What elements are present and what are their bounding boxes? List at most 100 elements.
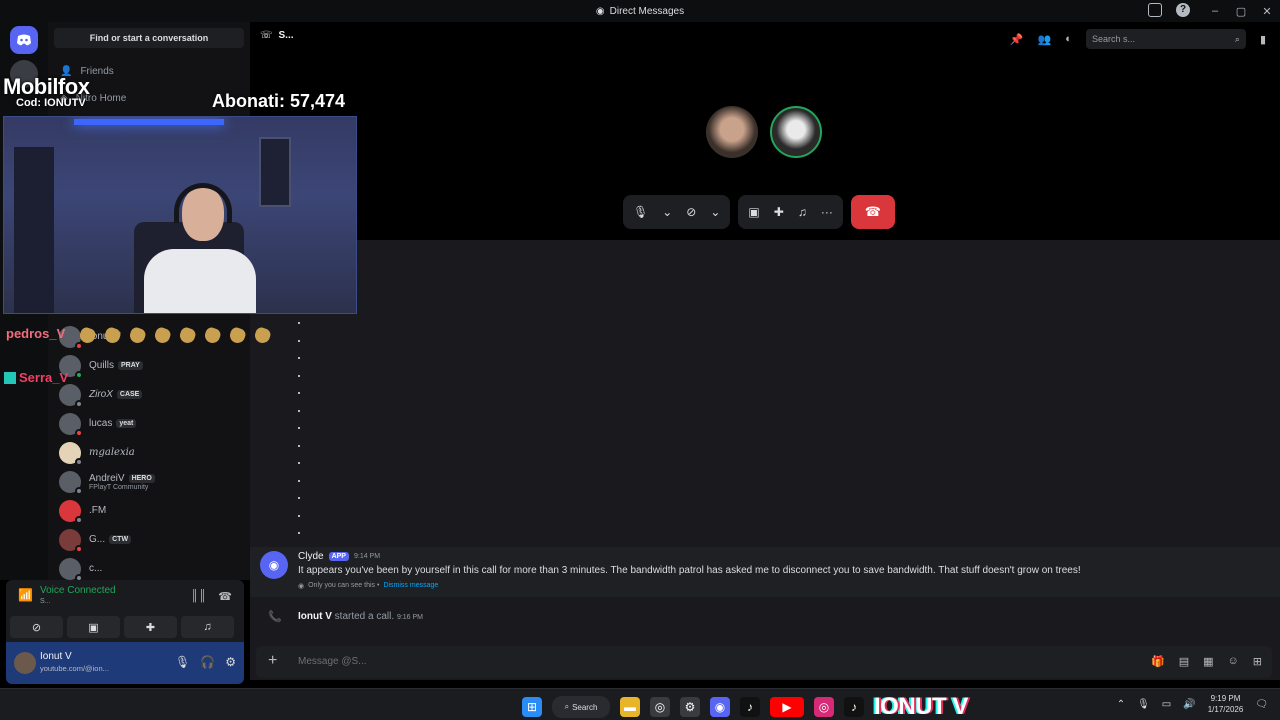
- signal-icon[interactable]: 📶: [18, 588, 33, 602]
- guild-tag: PRAY: [118, 361, 143, 370]
- camera-off-icon[interactable]: ⊘: [686, 205, 696, 219]
- dm-item[interactable]: ZiroX CASE: [56, 380, 246, 409]
- taskbar-search[interactable]: ⌕ Search: [552, 696, 610, 718]
- guild-tag: yeat: [116, 419, 137, 428]
- search-input[interactable]: Search s... ⌕: [1085, 29, 1246, 49]
- overlay-chat-user: pedros_V: [6, 326, 66, 341]
- voice-channel[interactable]: S...: [40, 598, 51, 605]
- dm-item[interactable]: AndreiV HERO FPlayT Community: [56, 467, 246, 496]
- message-composer[interactable]: + Message @S... 🎁 ▤ ▦ ☺ ⊞: [256, 646, 1272, 678]
- attach-plus-icon[interactable]: +: [268, 652, 277, 670]
- user-name: Ionut V: [40, 651, 72, 662]
- apps-icon[interactable]: ⊞: [1253, 655, 1262, 668]
- minimize-button[interactable]: –: [1202, 5, 1228, 17]
- eye-icon: ◉: [298, 583, 305, 590]
- settings-gear-icon[interactable]: ⚙: [225, 655, 236, 669]
- inbox-icon[interactable]: [1148, 3, 1162, 17]
- emoji-icon[interactable]: ☺: [1228, 655, 1239, 668]
- pin-icon[interactable]: 📌: [1010, 33, 1024, 46]
- avatar: [59, 499, 83, 524]
- chevron-down-icon[interactable]: ⌄: [710, 205, 720, 219]
- headphones-icon[interactable]: 🎧: [200, 655, 215, 669]
- screen-share-button[interactable]: ▣: [67, 616, 120, 638]
- overlay-chat-user: Serra_V: [4, 370, 68, 385]
- taskbar: ⊞ ⌕ Search ▬ ◎ ⚙ ◉ ♪ ▶ ◎ ♪ IONUT V ⌃ 🎙 ▭…: [0, 688, 1280, 720]
- search-icon: ⌕: [564, 702, 570, 711]
- screen-share-icon: ▣: [88, 621, 99, 634]
- tiktok-icon[interactable]: ♪: [740, 697, 760, 717]
- avatar[interactable]: [14, 652, 36, 674]
- dm-item[interactable]: mgalexia: [56, 438, 246, 467]
- guild-tag: CASE: [116, 390, 143, 399]
- close-button[interactable]: ✕: [1254, 5, 1280, 18]
- disconnect-icon[interactable]: ☎: [218, 590, 232, 603]
- search-icon: ⌕: [1234, 34, 1240, 44]
- leave-call-button[interactable]: ☎: [850, 195, 895, 229]
- microphone-icon[interactable]: 🎙: [1137, 699, 1150, 710]
- dm-list: Ionut V QuillsPRAY ZiroXCASE lucasyeat m…: [56, 322, 246, 583]
- help-icon[interactable]: ?: [1176, 3, 1190, 17]
- window-controls: – ▢ ✕: [1202, 0, 1280, 22]
- guild-tag: HERO: [128, 473, 155, 483]
- volume-icon[interactable]: 🔊: [1183, 699, 1195, 710]
- message-call-started: 📞 Ionut V started a call. 9:16 PM: [268, 611, 424, 623]
- noise-suppression-icon[interactable]: ║║: [191, 590, 207, 603]
- gif-icon[interactable]: ▤: [1179, 655, 1189, 668]
- system-clock[interactable]: 9:19 PM 1/17/2026: [1208, 693, 1244, 715]
- overlay-code: Cod: IONUTV: [16, 97, 86, 109]
- spam-dots: [298, 322, 302, 550]
- gift-icon[interactable]: 🎁: [1151, 655, 1165, 668]
- sticker-icon[interactable]: ▦: [1203, 655, 1213, 668]
- find-conversation-button[interactable]: Find or start a conversation: [54, 28, 244, 48]
- chrome-icon[interactable]: ◎: [650, 697, 670, 717]
- camera-off-button[interactable]: ⊘: [10, 616, 63, 638]
- activities-icon[interactable]: ✚: [774, 205, 784, 219]
- soundboard-icon[interactable]: ♫: [798, 205, 807, 219]
- discord-logo-icon: [17, 34, 31, 46]
- home-button[interactable]: [10, 26, 38, 54]
- file-explorer-icon[interactable]: ▬: [620, 697, 640, 717]
- network-icon[interactable]: ▭: [1162, 699, 1171, 710]
- message-author[interactable]: Ionut V: [298, 611, 332, 622]
- title-bar: ◉ Direct Messages ? – ▢ ✕: [0, 0, 1280, 22]
- screen-share-icon[interactable]: ▣: [748, 205, 759, 219]
- participant-avatar[interactable]: [706, 106, 758, 158]
- main-panel: ☏ S... 📌 👥 ◐ Search s... ⌕ ▮ 🎙 ⌄ ⊘ ⌄ ▣ ✚…: [250, 22, 1280, 680]
- dm-item[interactable]: .FM: [56, 496, 246, 525]
- dm-item[interactable]: G... CTW: [56, 525, 246, 554]
- notifications-icon[interactable]: 🗨: [1255, 699, 1268, 710]
- maximize-button[interactable]: ▢: [1228, 5, 1254, 18]
- add-friends-icon[interactable]: 👥: [1038, 33, 1052, 46]
- microphone-icon[interactable]: 🎙: [175, 655, 190, 669]
- windows-start-icon[interactable]: ⊞: [522, 697, 542, 717]
- instagram-icon: ◎: [814, 697, 834, 717]
- user-status: youtube.com/@ion...: [40, 664, 109, 673]
- avatar: [59, 441, 83, 466]
- soundboard-button[interactable]: ♫: [181, 616, 234, 638]
- chevron-down-icon[interactable]: ⌄: [662, 205, 672, 219]
- activity-control-group: ▣ ✚ ♫ ···: [738, 195, 843, 229]
- microphone-icon[interactable]: 🎙: [633, 205, 648, 219]
- message-author[interactable]: Clyde: [298, 551, 324, 562]
- window-title: ◉ Direct Messages: [595, 5, 685, 17]
- dm-item[interactable]: c...: [56, 554, 246, 583]
- avatar: [59, 383, 83, 408]
- dm-item[interactable]: lucas yeat: [56, 409, 246, 438]
- call-area: ☏ S... 📌 👥 ◐ Search s... ⌕ ▮ 🎙 ⌄ ⊘ ⌄ ▣ ✚…: [250, 22, 1280, 240]
- steam-icon[interactable]: ⚙: [680, 697, 700, 717]
- activities-icon: ✚: [145, 621, 156, 634]
- voice-panel: 📶 Voice Connected S... ║║ ☎ ⊘ ▣ ✚ ♫: [6, 580, 244, 642]
- profile-icon[interactable]: ◐: [1065, 33, 1072, 45]
- participant-avatar[interactable]: [770, 106, 822, 158]
- discord-icon[interactable]: ◉: [710, 697, 730, 717]
- chevron-up-icon[interactable]: ⌃: [1117, 699, 1125, 710]
- clyde-avatar[interactable]: ◉: [260, 551, 288, 579]
- bookmark-icon[interactable]: ▮: [1260, 33, 1266, 46]
- dm-item[interactable]: Quills PRAY: [56, 351, 246, 380]
- avatar: [59, 557, 83, 582]
- message-input[interactable]: Message @S...: [298, 656, 367, 667]
- more-icon[interactable]: ···: [821, 205, 833, 219]
- tiktok-logo-icon: ♪: [844, 697, 864, 717]
- dismiss-message-link[interactable]: Dismiss message: [383, 582, 438, 590]
- activities-button[interactable]: ✚: [124, 616, 177, 638]
